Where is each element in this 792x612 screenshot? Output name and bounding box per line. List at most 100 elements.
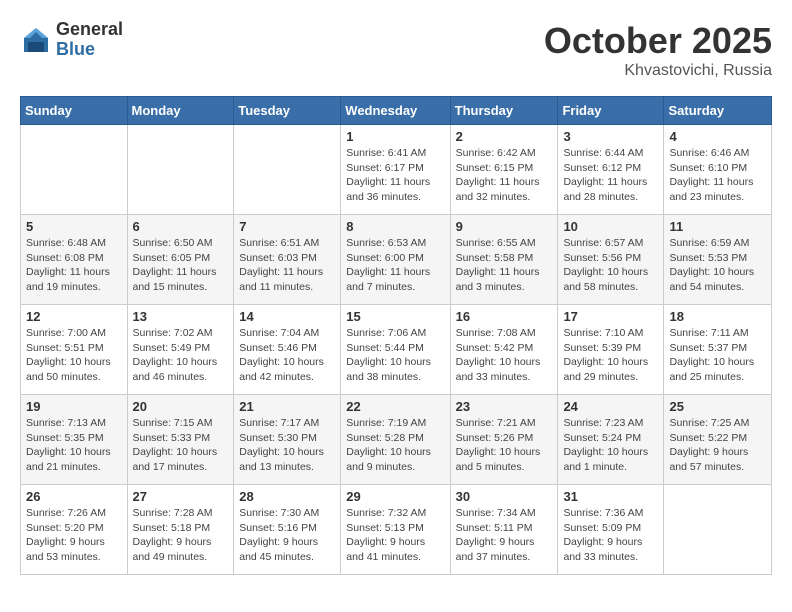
day-info: Sunrise: 7:30 AM Sunset: 5:16 PM Dayligh… — [239, 506, 335, 565]
calendar-cell: 22Sunrise: 7:19 AM Sunset: 5:28 PM Dayli… — [341, 395, 450, 485]
day-number: 14 — [239, 309, 335, 324]
calendar-cell: 29 Sunrise: 7:32 AM Sunset: 5:13 PM Dayli… — [341, 485, 450, 575]
day-number: 16 — [456, 309, 553, 324]
calendar-cell: 25 Sunrise: 7:25 AM Sunset: 5:22 PM Dayli… — [664, 395, 772, 485]
day-number: 6 — [133, 219, 229, 234]
day-info: Sunrise: 7:26 AM Sunset: 5:20 PM Dayligh… — [26, 506, 122, 565]
day-number: 7 — [239, 219, 335, 234]
calendar-cell: 8 Sunrise: 6:53 AM Sunset: 6:00 PM Daylig… — [341, 215, 450, 305]
day-info: Sunrise: 7:21 AM Sunset: 5:26 PM Dayligh… — [456, 416, 553, 475]
day-info: Sunrise: 7:32 AM Sunset: 5:13 PM Dayligh… — [346, 506, 444, 565]
day-of-week-header: Friday — [558, 97, 664, 125]
calendar-cell: 28 Sunrise: 7:30 AM Sunset: 5:16 PM Dayli… — [234, 485, 341, 575]
calendar-cell: 15 Sunrise: 7:06 AM Sunset: 5:44 PM Dayli… — [341, 305, 450, 395]
day-of-week-header: Thursday — [450, 97, 558, 125]
calendar-cell: 2 Sunrise: 6:42 AM Sunset: 6:15 PM Daylig… — [450, 125, 558, 215]
day-info: Sunrise: 7:34 AM Sunset: 5:11 PM Dayligh… — [456, 506, 553, 565]
day-number: 4 — [669, 129, 766, 144]
calendar-cell: 24Sunrise: 7:23 AM Sunset: 5:24 PM Dayli… — [558, 395, 664, 485]
day-number: 13 — [133, 309, 229, 324]
day-number: 3 — [563, 129, 658, 144]
day-info: Sunrise: 7:25 AM Sunset: 5:22 PM Dayligh… — [669, 416, 766, 475]
day-of-week-header: Wednesday — [341, 97, 450, 125]
day-number: 29 — [346, 489, 444, 504]
logo: General Blue — [20, 20, 123, 60]
calendar-week-row: 26 Sunrise: 7:26 AM Sunset: 5:20 PM Dayli… — [21, 485, 772, 575]
day-number: 9 — [456, 219, 553, 234]
calendar-week-row: 1Sunrise: 6:41 AM Sunset: 6:17 PM Daylig… — [21, 125, 772, 215]
day-number: 26 — [26, 489, 122, 504]
day-number: 10 — [563, 219, 658, 234]
calendar-cell: 31Sunrise: 7:36 AM Sunset: 5:09 PM Dayli… — [558, 485, 664, 575]
calendar-cell: 7 Sunrise: 6:51 AM Sunset: 6:03 PM Daylig… — [234, 215, 341, 305]
day-of-week-header: Tuesday — [234, 97, 341, 125]
logo-text: General Blue — [56, 20, 123, 60]
calendar-cell: 3 Sunrise: 6:44 AM Sunset: 6:12 PM Daylig… — [558, 125, 664, 215]
calendar-cell: 21 Sunrise: 7:17 AM Sunset: 5:30 PM Dayli… — [234, 395, 341, 485]
calendar-cell — [664, 485, 772, 575]
day-of-week-header: Monday — [127, 97, 234, 125]
day-of-week-header: Saturday — [664, 97, 772, 125]
calendar-header-row: SundayMondayTuesdayWednesdayThursdayFrid… — [21, 97, 772, 125]
day-number: 23 — [456, 399, 553, 414]
day-info: Sunrise: 7:17 AM Sunset: 5:30 PM Dayligh… — [239, 416, 335, 475]
day-info: Sunrise: 7:13 AM Sunset: 5:35 PM Dayligh… — [26, 416, 122, 475]
calendar-cell: 30 Sunrise: 7:34 AM Sunset: 5:11 PM Dayli… — [450, 485, 558, 575]
day-info: Sunrise: 6:57 AM Sunset: 5:56 PM Dayligh… — [563, 236, 658, 295]
day-number: 21 — [239, 399, 335, 414]
calendar-cell: 27 Sunrise: 7:28 AM Sunset: 5:18 PM Dayli… — [127, 485, 234, 575]
page-header: General Blue October 2025 Khvastovichi, … — [20, 20, 772, 80]
calendar-cell — [21, 125, 128, 215]
day-number: 30 — [456, 489, 553, 504]
calendar-week-row: 5Sunrise: 6:48 AM Sunset: 6:08 PM Daylig… — [21, 215, 772, 305]
calendar-cell: 6 Sunrise: 6:50 AM Sunset: 6:05 PM Daylig… — [127, 215, 234, 305]
day-info: Sunrise: 7:36 AM Sunset: 5:09 PM Dayligh… — [563, 506, 658, 565]
day-info: Sunrise: 7:10 AM Sunset: 5:39 PM Dayligh… — [563, 326, 658, 385]
calendar-cell: 12Sunrise: 7:00 AM Sunset: 5:51 PM Dayli… — [21, 305, 128, 395]
logo-general: General — [56, 20, 123, 40]
title-block: October 2025 Khvastovichi, Russia — [544, 20, 772, 80]
day-number: 28 — [239, 489, 335, 504]
calendar-cell: 5Sunrise: 6:48 AM Sunset: 6:08 PM Daylig… — [21, 215, 128, 305]
day-of-week-header: Sunday — [21, 97, 128, 125]
day-info: Sunrise: 6:53 AM Sunset: 6:00 PM Dayligh… — [346, 236, 444, 295]
calendar-cell: 16Sunrise: 7:08 AM Sunset: 5:42 PM Dayli… — [450, 305, 558, 395]
day-info: Sunrise: 6:44 AM Sunset: 6:12 PM Dayligh… — [563, 146, 658, 205]
month-title: October 2025 — [544, 20, 772, 62]
logo-icon — [20, 24, 52, 56]
calendar-week-row: 12Sunrise: 7:00 AM Sunset: 5:51 PM Dayli… — [21, 305, 772, 395]
day-info: Sunrise: 6:50 AM Sunset: 6:05 PM Dayligh… — [133, 236, 229, 295]
day-info: Sunrise: 6:42 AM Sunset: 6:15 PM Dayligh… — [456, 146, 553, 205]
calendar-cell: 26 Sunrise: 7:26 AM Sunset: 5:20 PM Dayli… — [21, 485, 128, 575]
calendar-cell: 9Sunrise: 6:55 AM Sunset: 5:58 PM Daylig… — [450, 215, 558, 305]
day-info: Sunrise: 7:11 AM Sunset: 5:37 PM Dayligh… — [669, 326, 766, 385]
calendar-cell: 18 Sunrise: 7:11 AM Sunset: 5:37 PM Dayli… — [664, 305, 772, 395]
day-number: 5 — [26, 219, 122, 234]
day-number: 15 — [346, 309, 444, 324]
day-info: Sunrise: 7:06 AM Sunset: 5:44 PM Dayligh… — [346, 326, 444, 385]
day-info: Sunrise: 7:19 AM Sunset: 5:28 PM Dayligh… — [346, 416, 444, 475]
calendar-cell: 19 Sunrise: 7:13 AM Sunset: 5:35 PM Dayli… — [21, 395, 128, 485]
day-number: 25 — [669, 399, 766, 414]
day-info: Sunrise: 6:51 AM Sunset: 6:03 PM Dayligh… — [239, 236, 335, 295]
calendar-cell: 23 Sunrise: 7:21 AM Sunset: 5:26 PM Dayli… — [450, 395, 558, 485]
day-number: 27 — [133, 489, 229, 504]
day-number: 8 — [346, 219, 444, 234]
calendar-cell: 17Sunrise: 7:10 AM Sunset: 5:39 PM Dayli… — [558, 305, 664, 395]
calendar-cell: 13Sunrise: 7:02 AM Sunset: 5:49 PM Dayli… — [127, 305, 234, 395]
day-info: Sunrise: 7:00 AM Sunset: 5:51 PM Dayligh… — [26, 326, 122, 385]
day-info: Sunrise: 7:28 AM Sunset: 5:18 PM Dayligh… — [133, 506, 229, 565]
calendar-cell: 20Sunrise: 7:15 AM Sunset: 5:33 PM Dayli… — [127, 395, 234, 485]
calendar-cell: 4 Sunrise: 6:46 AM Sunset: 6:10 PM Daylig… — [664, 125, 772, 215]
location: Khvastovichi, Russia — [544, 62, 772, 80]
day-info: Sunrise: 6:46 AM Sunset: 6:10 PM Dayligh… — [669, 146, 766, 205]
day-number: 19 — [26, 399, 122, 414]
calendar-cell: 11Sunrise: 6:59 AM Sunset: 5:53 PM Dayli… — [664, 215, 772, 305]
day-info: Sunrise: 7:15 AM Sunset: 5:33 PM Dayligh… — [133, 416, 229, 475]
day-info: Sunrise: 7:04 AM Sunset: 5:46 PM Dayligh… — [239, 326, 335, 385]
day-number: 2 — [456, 129, 553, 144]
day-number: 24 — [563, 399, 658, 414]
calendar-cell — [127, 125, 234, 215]
day-info: Sunrise: 6:59 AM Sunset: 5:53 PM Dayligh… — [669, 236, 766, 295]
day-number: 18 — [669, 309, 766, 324]
